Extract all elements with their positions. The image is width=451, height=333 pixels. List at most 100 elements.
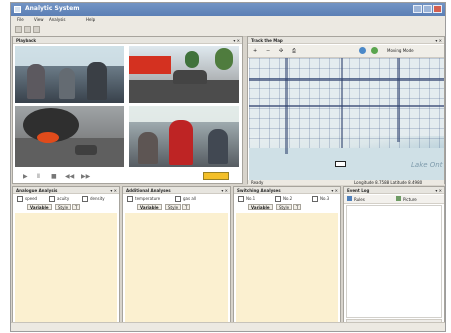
map-location-marker[interactable] (335, 161, 346, 167)
analogue-tabs: Variable Style T (16, 204, 124, 210)
bus-window (15, 46, 124, 66)
zoom-in-icon[interactable]: + (253, 48, 257, 54)
switching-checks: No.1 No.2 No.3 (236, 196, 342, 203)
analogue-tab-t[interactable]: T (72, 204, 81, 210)
moving-mode-label[interactable]: Moving Mode (387, 48, 414, 53)
gas-all-checkbox[interactable]: gas all (175, 196, 196, 202)
passenger-3 (87, 62, 107, 100)
rules-label[interactable]: Rules (354, 197, 365, 202)
no3-checkbox[interactable]: No.3 (312, 196, 329, 202)
event-close-icon[interactable]: ▾ ✕ (435, 188, 442, 193)
passenger-seated (138, 132, 158, 164)
map-close-icon[interactable]: ▾ ✕ (435, 38, 442, 43)
next-icon[interactable]: ▶▶ (81, 173, 90, 180)
playback-title: Playback (16, 38, 37, 43)
additional-tab-variable[interactable]: Variable (137, 204, 162, 210)
event-header: Event Log ▾ ✕ (344, 187, 444, 194)
save-icon[interactable] (24, 26, 31, 33)
switching-tab-t[interactable]: T (293, 204, 302, 210)
map-title: Track the Map (251, 38, 283, 43)
camera-view-bus-passenger[interactable] (129, 106, 239, 167)
camera-view-street-tram[interactable] (129, 46, 239, 103)
tree-left (185, 51, 199, 68)
analogue-tab-style[interactable]: Style (55, 204, 72, 210)
menu-view[interactable]: View (34, 17, 44, 22)
map-statusbar: Ready Longitude 8.7588 Latitude 8.4980 (248, 180, 444, 185)
minimize-button[interactable] (413, 5, 422, 13)
switching-tab-style[interactable]: Style (276, 204, 293, 210)
additional-tab-style[interactable]: Style (165, 204, 182, 210)
picture-icon[interactable] (396, 196, 401, 201)
no2-checkbox[interactable]: No.2 (275, 196, 292, 202)
pause-icon[interactable]: Ⅱ (37, 173, 40, 180)
picture-label[interactable]: Picture (403, 197, 417, 202)
additional-title: Additional Analyses (126, 188, 171, 193)
switching-close-icon[interactable]: ▾ ✕ (331, 188, 338, 193)
additional-tabs: Variable Style T (126, 204, 234, 210)
additional-body[interactable] (125, 213, 228, 326)
zoom-out-icon[interactable]: − (266, 48, 270, 54)
switching-title: Switching Analyses (237, 188, 281, 193)
analogue-body[interactable] (15, 213, 117, 326)
event-toolbar: Rules Picture (344, 195, 444, 204)
temperature-checkbox[interactable]: temperature (127, 196, 160, 202)
car-on-road (173, 70, 207, 84)
analogue-title: Analogue Analysis (16, 188, 58, 193)
playback-panel: Playback ▾ ✕ ▶ Ⅱ ■ ◀◀ ▶▶ (12, 36, 243, 184)
application-window: Analytic System File View Analysis Help … (10, 2, 446, 332)
map-coordinates: Longitude 8.7588 Latitude 8.4980 (354, 180, 423, 185)
window-title: Analytic System (25, 5, 80, 12)
speed-checkbox[interactable]: speed (17, 196, 37, 202)
passenger-red-shirt (169, 120, 193, 165)
map-toolbar: + − ✣ ⎙ Moving Mode (248, 45, 444, 58)
density-checkbox[interactable]: density (82, 196, 105, 202)
event-list[interactable] (346, 205, 442, 318)
app-icon (14, 6, 21, 13)
lake-label: Lake Ont (411, 161, 443, 169)
route-icon[interactable] (371, 47, 378, 54)
menu-analysis[interactable]: Analysis (49, 17, 65, 22)
playback-controls: ▶ Ⅱ ■ ◀◀ ▶▶ (17, 172, 238, 181)
analogue-tab-variable[interactable]: Variable (27, 204, 52, 210)
record-indicator (203, 172, 229, 180)
globe-icon[interactable] (359, 47, 366, 54)
camera-view-highway[interactable] (15, 106, 124, 167)
fire-glow (37, 132, 59, 143)
acuity-checkbox[interactable]: acuity (49, 196, 69, 202)
additional-close-icon[interactable]: ▾ ✕ (221, 188, 228, 193)
street-map[interactable]: Lake Ont (249, 58, 444, 180)
stop-icon[interactable]: ■ (51, 173, 57, 180)
additional-tab-t[interactable]: T (182, 204, 191, 210)
analogue-header: Analogue Analysis ▾ ✕ (13, 187, 119, 194)
map-header: Track the Map ▾ ✕ (248, 37, 444, 44)
rules-icon[interactable] (347, 196, 352, 201)
menu-file[interactable]: File (17, 17, 24, 22)
switching-body[interactable] (236, 213, 338, 326)
event-title: Event Log (347, 188, 370, 193)
menu-help[interactable]: Help (86, 17, 95, 22)
settings-icon[interactable] (33, 26, 40, 33)
playback-close-icon[interactable]: ▾ ✕ (233, 38, 240, 43)
open-icon[interactable] (15, 26, 22, 33)
pan-icon[interactable]: ✣ (279, 48, 283, 54)
vehicle (75, 145, 97, 155)
highway-road (15, 138, 124, 167)
print-icon[interactable]: ⎙ (292, 48, 296, 54)
menu-bar: File View Analysis Help (11, 16, 445, 24)
status-bar (11, 322, 445, 331)
additional-header: Additional Analyses ▾ ✕ (123, 187, 230, 194)
analogue-checks: speed acuity density (15, 196, 121, 203)
maximize-button[interactable] (423, 5, 432, 13)
no1-checkbox[interactable]: No.1 (238, 196, 255, 202)
map-ready-status: Ready (251, 180, 264, 185)
close-button[interactable] (433, 5, 442, 13)
passenger-1 (27, 64, 45, 99)
analogue-close-icon[interactable]: ▾ ✕ (110, 188, 117, 193)
previous-icon[interactable]: ◀◀ (65, 173, 74, 180)
switching-analyses-panel: Switching Analyses ▾ ✕ No.1 No.2 No.3 Va… (233, 186, 341, 329)
play-icon[interactable]: ▶ (23, 173, 28, 180)
title-bar: Analytic System (11, 3, 445, 16)
map-panel: Track the Map ▾ ✕ + − ✣ ⎙ Moving Mode La… (247, 36, 445, 185)
camera-view-bus-interior[interactable] (15, 46, 124, 103)
switching-tab-variable[interactable]: Variable (248, 204, 273, 210)
